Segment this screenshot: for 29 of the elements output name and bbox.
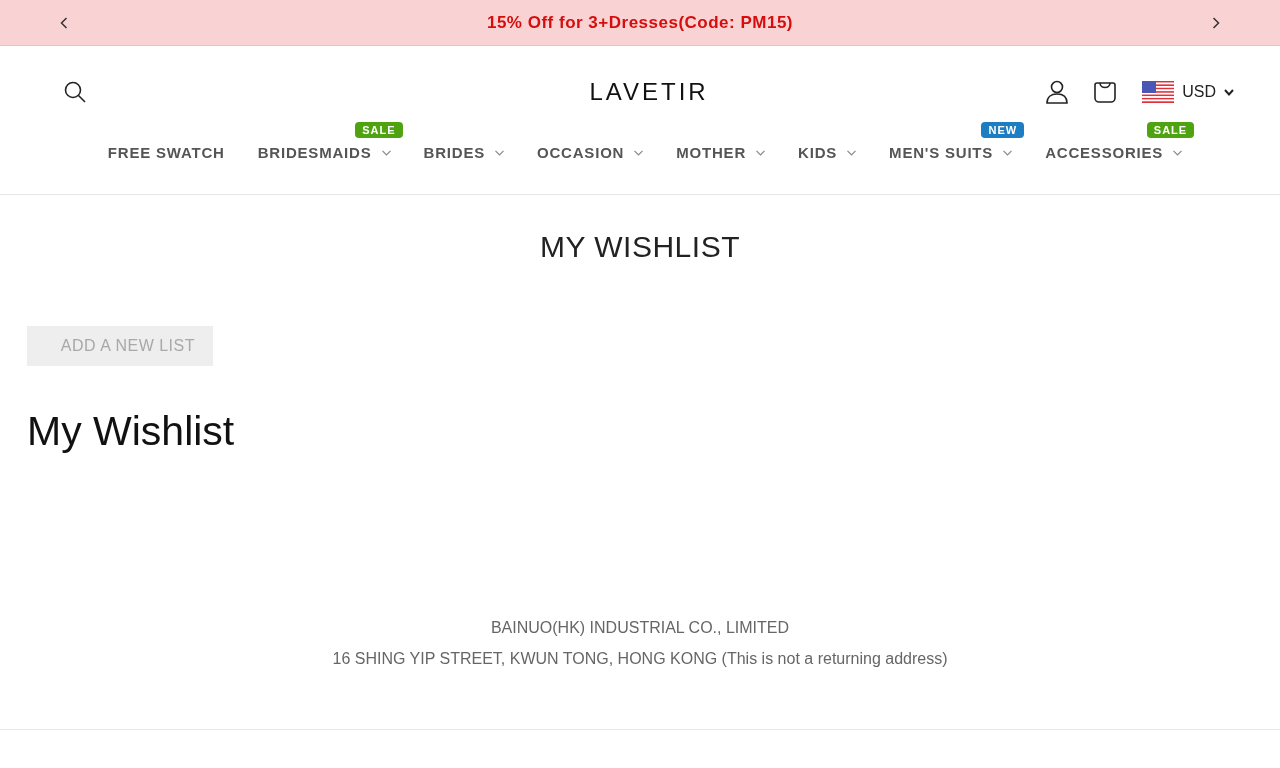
nav-link[interactable]: MOTHER	[676, 142, 766, 165]
nav-link[interactable]: BRIDES	[423, 142, 504, 165]
chevron-down-icon	[1224, 88, 1234, 96]
nav-badge: NEW	[981, 122, 1025, 138]
nav-link[interactable]: BRIDESMAIDS	[257, 142, 391, 165]
logo[interactable]: LAVETIR	[589, 74, 709, 110]
nav-badge: SALE	[355, 122, 403, 138]
search-icon	[64, 81, 86, 103]
nav-badge: SALE	[1146, 122, 1195, 138]
search-button[interactable]	[64, 81, 86, 103]
flag-icon	[1142, 81, 1175, 103]
cart-button[interactable]	[1094, 81, 1117, 103]
currency-selector[interactable]: USD	[1142, 80, 1234, 104]
nav-link[interactable]: ACCESSORIES	[1045, 142, 1183, 165]
nav-link[interactable]: MEN'S SUITS	[889, 142, 1013, 165]
announcement-text: 15% Off for 3+Dresses(Code: PM15)	[486, 11, 794, 34]
nav-link[interactable]: FREE SWATCH	[107, 142, 225, 165]
bag-icon	[1094, 81, 1117, 103]
list-title: My Wishlist	[27, 407, 235, 456]
nav-link[interactable]: OCCASION	[537, 142, 644, 165]
account-button[interactable]	[1046, 80, 1069, 104]
chevron-left-icon	[60, 16, 68, 29]
page-title: MY WISHLIST	[540, 229, 740, 265]
nav-link[interactable]: KIDS	[798, 142, 857, 165]
chevron-right-icon	[1212, 16, 1220, 29]
add-list-button: ADD A NEW LIST	[27, 326, 213, 366]
footer-text: 16 SHING YIP STREET, KWUN TONG, HONG KONG (This is not a returning address)	[332, 649, 948, 669]
user-icon	[1046, 80, 1069, 104]
footer-text: BAINUO(HK) INDUSTRIAL CO., LIMITED	[490, 618, 790, 638]
